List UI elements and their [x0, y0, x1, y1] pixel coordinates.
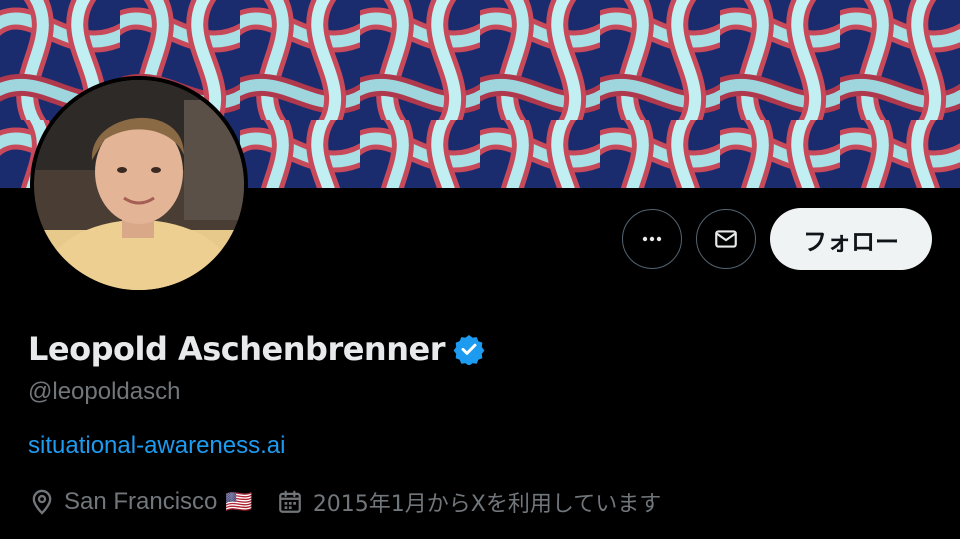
profile-location: San Francisco 🇺🇸	[28, 488, 253, 516]
follow-button[interactable]: フォロー	[770, 208, 932, 270]
join-date-text: 2015年1月からXを利用しています	[312, 492, 662, 517]
profile-name-row: Leopold Aschenbrenner	[28, 330, 485, 368]
location-flag: 🇺🇸	[225, 489, 253, 514]
profile-meta: San Francisco 🇺🇸 2015年1月からXを利用しています	[28, 486, 661, 518]
verified-badge-icon[interactable]	[453, 333, 485, 365]
more-horizontal-icon	[642, 236, 662, 242]
more-button[interactable]	[622, 209, 682, 269]
profile-website-link[interactable]: situational-awareness.ai	[28, 432, 285, 460]
profile-name: Leopold Aschenbrenner	[28, 330, 445, 368]
profile-handle: @leopoldasch	[28, 378, 181, 405]
calendar-icon	[278, 490, 301, 513]
location-pin-icon	[32, 489, 52, 515]
location-text: San Francisco	[64, 488, 218, 515]
profile-avatar[interactable]	[30, 76, 248, 294]
profile-actions: フォロー	[622, 208, 932, 270]
envelope-icon	[715, 230, 737, 248]
profile-join-date: 2015年1月からXを利用しています	[277, 486, 661, 518]
message-button[interactable]	[696, 209, 756, 269]
